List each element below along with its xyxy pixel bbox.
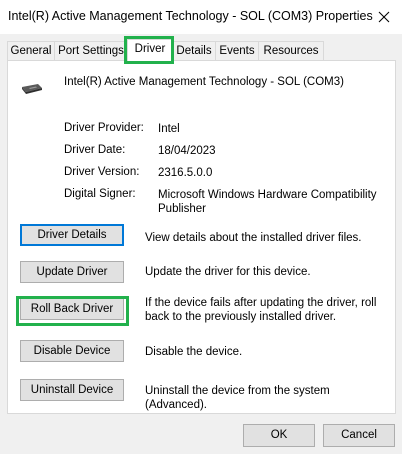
title-bar: Intel(R) Active Management Technology - … — [0, 0, 402, 34]
tab-details[interactable]: Details — [172, 41, 216, 60]
tab-resources[interactable]: Resources — [258, 41, 324, 60]
digital-signer-value: Microsoft Windows Hardware Compatibility… — [158, 189, 377, 215]
driver-version-label: Driver Version: — [64, 166, 140, 178]
update-driver-button[interactable]: Update Driver — [20, 261, 124, 283]
driver-date-label: Driver Date: — [64, 144, 126, 156]
tab-general[interactable]: General — [7, 41, 55, 60]
window-title: Intel(R) Active Management Technology - … — [8, 9, 373, 23]
uninstall-device-button[interactable]: Uninstall Device — [20, 379, 124, 401]
tab-strip: General Port Settings Driver Details Eve… — [7, 39, 397, 61]
driver-details-button[interactable]: Driver Details — [20, 224, 124, 246]
driver-version-value: 2316.5.0.0 — [158, 167, 213, 179]
tab-port-settings[interactable]: Port Settings — [54, 41, 128, 60]
roll-back-driver-description: If the device fails after updating the d… — [145, 297, 377, 323]
close-icon — [378, 11, 390, 23]
driver-details-description: View details about the installed driver … — [145, 232, 362, 244]
tab-events[interactable]: Events — [215, 41, 259, 60]
driver-date-value: 18/04/2023 — [158, 145, 216, 157]
serial-port-icon — [22, 84, 42, 94]
ok-button[interactable]: OK — [243, 424, 315, 447]
disable-device-description: Disable the device. — [145, 346, 243, 358]
cancel-button[interactable]: Cancel — [323, 424, 395, 447]
update-driver-description: Update the driver for this device. — [145, 266, 311, 278]
tab-driver[interactable]: Driver — [127, 39, 173, 61]
digital-signer-label: Digital Signer: — [64, 188, 136, 200]
driver-provider-label: Driver Provider: — [64, 122, 144, 134]
roll-back-driver-button[interactable]: Roll Back Driver — [20, 298, 124, 320]
driver-provider-value: Intel — [158, 123, 180, 135]
disable-device-button[interactable]: Disable Device — [20, 340, 124, 362]
device-name: Intel(R) Active Management Technology - … — [64, 76, 344, 88]
uninstall-device-description: Uninstall the device from the system (Ad… — [145, 385, 330, 411]
close-button[interactable] — [372, 5, 396, 29]
